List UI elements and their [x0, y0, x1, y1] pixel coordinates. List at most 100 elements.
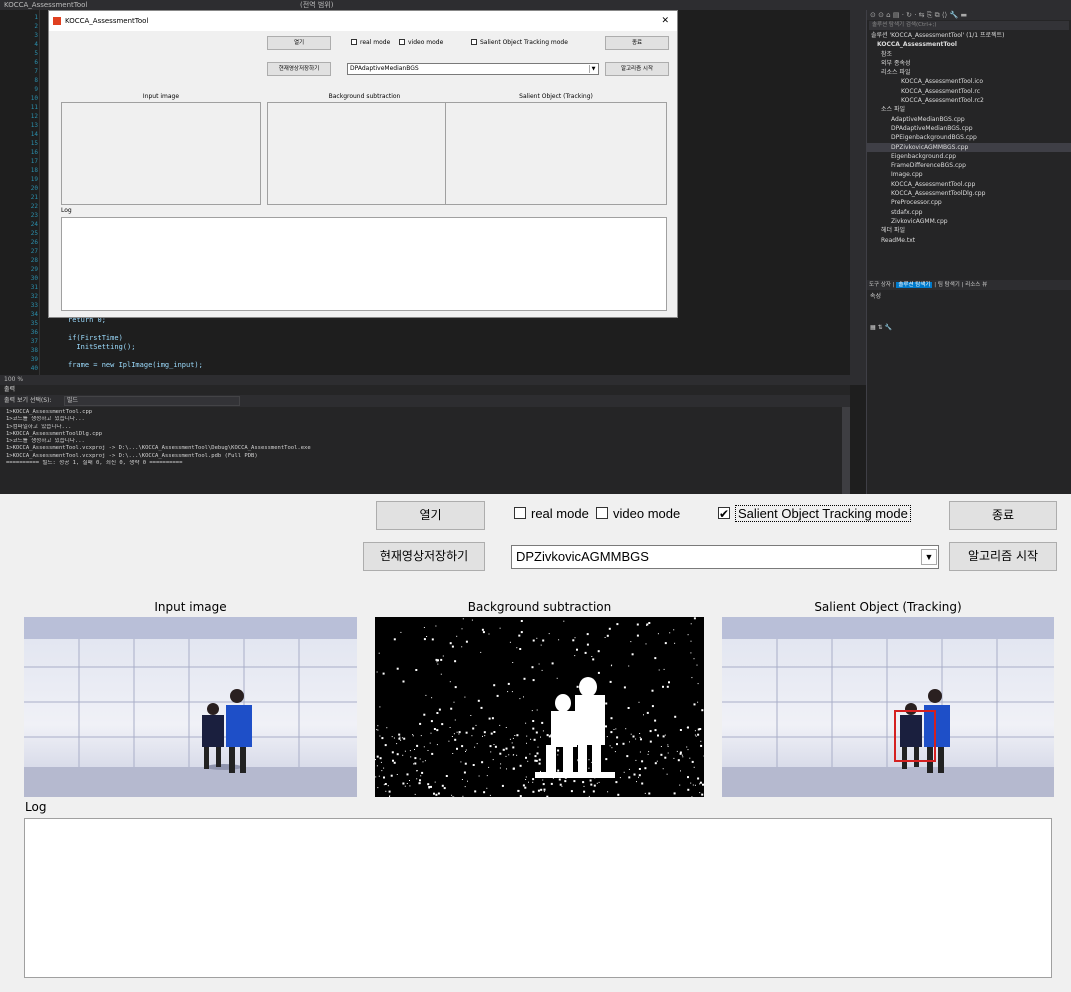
solution-tree-item[interactable]: 외부 종속성 [867, 59, 1071, 68]
small-save-button[interactable]: 현재영상저장하기 [267, 62, 331, 76]
mask-noise-pixel [463, 771, 466, 774]
tab-solution-explorer[interactable]: 솔루션 탐색기 [896, 282, 933, 288]
solution-tree-item[interactable]: KOCCA_AssessmentTool.ico [867, 77, 1071, 86]
tab-team-explorer[interactable]: 팀 탐색기 [938, 282, 960, 288]
mask-noise-pixel [483, 791, 486, 794]
solution-root[interactable]: 솔루션 'KOCCA_AssessmentTool' (1/1 프로젝트) [867, 31, 1071, 40]
open-button[interactable]: 열기 [376, 501, 485, 530]
input-image-label: Input image [154, 600, 227, 614]
small-open-button[interactable]: 열기 [267, 36, 331, 50]
output-source-select[interactable]: 빌드 [64, 396, 240, 406]
small-algorithm-select[interactable]: DPAdaptiveMedianBGS ▼ [347, 63, 599, 75]
mask-noise-pixel [635, 759, 637, 761]
save-frame-button[interactable]: 현재영상저장하기 [363, 542, 485, 571]
exit-button[interactable]: 종료 [949, 501, 1057, 530]
mask-noise-pixel [512, 754, 514, 756]
checkbox-box[interactable] [596, 507, 608, 519]
mask-noise-pixel [511, 691, 513, 693]
mask-noise-pixel [470, 715, 472, 716]
chevron-down-icon[interactable]: ▼ [921, 549, 937, 565]
mask-noise-pixel [420, 735, 422, 737]
mask-noise-pixel [448, 740, 450, 742]
solution-tree-item[interactable]: Image.cpp [867, 170, 1071, 179]
mask-noise-pixel [490, 732, 493, 735]
solution-tree-item[interactable]: 리소스 파일 [867, 68, 1071, 77]
small-video-mode-checkbox[interactable]: video mode [399, 38, 443, 48]
solution-tree-item[interactable]: KOCCA_AssessmentTool.rc [867, 87, 1071, 96]
start-algorithm-button[interactable]: 알고리즘 시작 [949, 542, 1057, 571]
log-textarea[interactable] [24, 818, 1052, 978]
small-start-button[interactable]: 알고리즘 시작 [605, 62, 669, 76]
line-number: 38 [30, 347, 38, 354]
solution-tree-item[interactable]: KOCCA_AssessmentTool.rc2 [867, 96, 1071, 105]
mask-noise-pixel [570, 745, 573, 748]
mask-noise-pixel [690, 640, 692, 642]
solution-tree-item[interactable]: KOCCA_AssessmentTool.cpp [867, 180, 1071, 189]
solution-tree-item[interactable]: AdaptiveMedianBGS.cpp [867, 115, 1071, 124]
editor-vertical-scrollbar[interactable] [850, 10, 866, 385]
mask-noise-pixel [657, 734, 659, 737]
checkbox-box[interactable] [514, 507, 526, 519]
mask-noise-pixel [406, 773, 409, 776]
mask-noise-pixel [419, 722, 422, 725]
mask-noise-pixel [667, 746, 669, 747]
mask-noise-pixel [588, 767, 590, 769]
properties-toolbar[interactable]: ▦ ⇅ 🔧 [867, 324, 1071, 336]
algorithm-select[interactable]: DPZivkovicAGMMBGS ▼ [511, 545, 939, 569]
solution-tree-item[interactable]: DPAdaptiveMedianBGS.cpp [867, 124, 1071, 133]
small-exit-button[interactable]: 종료 [605, 36, 669, 50]
tab-toolbox[interactable]: 도구 상자 [869, 282, 891, 288]
mask-noise-pixel [538, 758, 541, 761]
editor-scope-dropdown[interactable]: (전역 범위) [300, 0, 333, 10]
solution-tree-item[interactable]: FrameDifferenceBGS.cpp [867, 161, 1071, 170]
mask-noise-pixel [528, 781, 529, 783]
mask-noise-pixel [616, 623, 619, 626]
small-real-mode-checkbox[interactable]: real mode [351, 38, 390, 48]
mask-noise-pixel [542, 779, 544, 781]
mask-noise-pixel [472, 727, 475, 730]
line-number: 23 [30, 212, 38, 219]
solution-tree-item[interactable]: ZivkovicAGMM.cpp [867, 217, 1071, 226]
solution-tree-item[interactable]: 참조 [867, 50, 1071, 59]
small-log-box[interactable] [61, 217, 667, 311]
solution-toolbar[interactable]: ⊙ ⊙ ⌂ ▤ · ↻ · ⇆ ⎘ ⧉ ⟨⟩ 🔧 ▬ [867, 10, 1071, 20]
project-node[interactable]: KOCCA_AssessmentTool [867, 40, 1071, 49]
small-salient-mode-checkbox[interactable]: Salient Object Tracking mode [471, 38, 568, 48]
zoom-level[interactable]: 100 % [0, 375, 850, 385]
solution-tree-item[interactable]: DPZivkovicAGMMBGS.cpp [867, 142, 1071, 152]
mask-noise-pixel [638, 774, 641, 777]
input-image-panel [24, 617, 357, 797]
mask-noise-pixel [703, 755, 704, 757]
solution-tree-item[interactable]: 헤더 파일 [867, 226, 1071, 235]
checkbox-box-checked[interactable] [718, 504, 730, 524]
real-mode-checkbox[interactable]: real mode [514, 504, 589, 524]
mask-noise-pixel [660, 746, 662, 747]
tab-resource-view[interactable]: 리소스 뷰 [965, 282, 987, 288]
salient-mode-checkbox[interactable]: Salient Object Tracking mode [718, 504, 911, 524]
solution-tree-item[interactable]: KOCCA_AssessmentToolDlg.cpp [867, 189, 1071, 198]
solution-search-input[interactable]: 솔루션 탐색기 검색(Ctrl+;) [869, 21, 1069, 30]
mask-noise-pixel [687, 788, 690, 791]
solution-tree-item[interactable]: PreProcessor.cpp [867, 198, 1071, 207]
solution-tree-item[interactable]: ReadMe.txt [867, 236, 1071, 245]
video-mode-checkbox[interactable]: video mode [596, 504, 680, 524]
mask-noise-pixel [392, 759, 394, 762]
solution-tree-item[interactable]: 소스 파일 [867, 105, 1071, 114]
output-scrollbar[interactable] [842, 407, 850, 494]
mask-noise-pixel [558, 639, 560, 641]
mask-noise-pixel [480, 651, 482, 653]
close-icon[interactable]: ✕ [661, 11, 669, 31]
mask-noise-pixel [419, 758, 421, 760]
mask-noise-pixel [628, 665, 630, 667]
mask-noise-pixel [674, 642, 676, 644]
mask-noise-pixel [607, 791, 609, 793]
solution-tree-item[interactable]: stdafx.cpp [867, 208, 1071, 217]
solution-tree-item[interactable]: DPEigenbackgroundBGS.cpp [867, 133, 1071, 142]
mask-noise-pixel [492, 759, 494, 761]
mask-noise-pixel [475, 724, 477, 726]
mask-noise-pixel [431, 697, 433, 699]
mask-noise-pixel [649, 740, 652, 743]
mask-noise-pixel [461, 628, 463, 630]
chevron-down-icon[interactable]: ▼ [589, 65, 597, 73]
solution-tree-item[interactable]: Eigenbackground.cpp [867, 152, 1071, 161]
